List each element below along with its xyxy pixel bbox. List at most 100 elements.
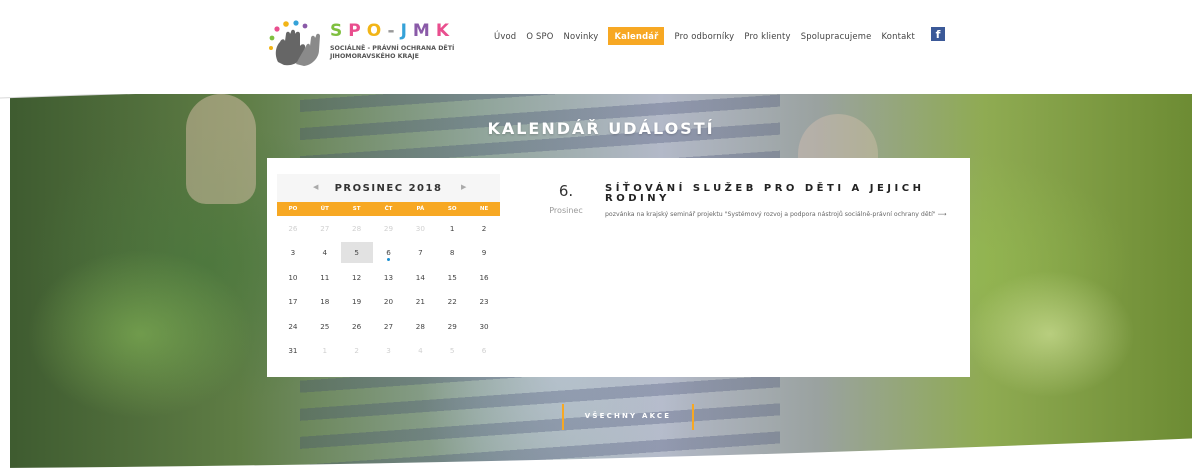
hero-bottom-curve <box>0 438 1202 470</box>
hero-left-edge <box>0 84 10 470</box>
calendar-day[interactable]: 3 <box>277 241 309 266</box>
weekday-label: PO <box>288 206 298 212</box>
calendar-day[interactable]: 14 <box>404 265 436 290</box>
calendar-day[interactable]: 3 <box>373 339 405 364</box>
calendar-day-number: 2 <box>354 346 359 356</box>
calendar-day[interactable]: 4 <box>309 241 341 266</box>
calendar-day[interactable]: 2 <box>468 216 500 241</box>
calendar-day-number: 25 <box>320 321 330 331</box>
calendar-day[interactable]: 30 <box>404 216 436 241</box>
facebook-icon[interactable]: f <box>930 27 945 41</box>
calendar-day-number: 5 <box>449 346 455 356</box>
calendar-day-number: 3 <box>290 248 296 258</box>
calendar-day-number: 21 <box>415 297 425 307</box>
calendar-day-number: 19 <box>352 297 362 307</box>
calendar-day[interactable]: 26 <box>341 314 373 339</box>
nav-item-kalendar[interactable]: Kalendář <box>608 27 665 45</box>
calendar-day[interactable]: 2 <box>341 339 373 364</box>
calendar-day[interactable]: 7 <box>404 241 436 266</box>
calendar-day[interactable]: 10 <box>277 265 309 290</box>
nav-item-pro-klienty[interactable]: Pro klienty <box>744 27 790 45</box>
calendar-day-number: 17 <box>288 297 298 307</box>
event-description[interactable]: pozvánka na krajský seminář projektu "Sy… <box>605 211 955 219</box>
calendar-day-number: 29 <box>447 321 457 331</box>
calendar-month-title: PROSINEC 2018 <box>334 182 443 194</box>
calendar-day-number: 10 <box>288 272 298 282</box>
calendar-day[interactable]: 28 <box>341 216 373 241</box>
calendar-day[interactable]: 5 <box>436 339 468 364</box>
page-title: KALENDÁŘ UDÁLOSTÍ <box>487 119 715 138</box>
weekday-label: ČT <box>384 206 393 212</box>
event-title[interactable]: SÍŤOVÁNÍ SLUŽEB PRO DĚTI A JEJICH RODINY <box>605 184 945 204</box>
calendar-day[interactable]: 5 <box>340 241 373 263</box>
calendar-day[interactable]: 26 <box>277 216 309 241</box>
calendar-day-number: 28 <box>352 223 362 233</box>
logo-hands-icon <box>269 20 320 66</box>
calendar-day[interactable]: 19 <box>341 290 373 315</box>
next-month-icon[interactable]: ▶ <box>461 183 466 191</box>
calendar-day[interactable]: 11 <box>309 265 341 290</box>
nav-item-novinky[interactable]: Novinky <box>564 27 599 45</box>
calendar-day[interactable]: 1 <box>436 216 468 241</box>
calendar-day[interactable]: 24 <box>277 314 309 339</box>
hero-hand-left <box>186 94 256 204</box>
prev-month-icon[interactable]: ◀ <box>313 183 318 191</box>
calendar-day-number: 30 <box>415 223 425 233</box>
site-header: SPO-JMK SOCIÁLNĚ - PRÁVNÍ OCHRANA DĚTÍ J… <box>0 0 1202 94</box>
calendar-panel: ◀ PROSINEC 2018 ▶ PO ÚT ST ČT PÁ SO NE 2… <box>267 158 970 377</box>
nav-item-spolupracujeme[interactable]: Spolupracujeme <box>801 27 872 45</box>
calendar-day-number: 12 <box>352 272 362 282</box>
calendar-day-number: 9 <box>481 248 487 258</box>
nav-item-kontakt[interactable]: Kontakt <box>882 27 915 45</box>
calendar-day[interactable]: 15 <box>436 265 468 290</box>
calendar-day[interactable]: 29 <box>373 216 405 241</box>
calendar-day[interactable]: 23 <box>468 290 500 315</box>
logo-letter: O <box>366 21 388 41</box>
logo-letter: - <box>387 21 401 41</box>
all-events-button[interactable]: VŠECHNY AKCE <box>562 404 694 430</box>
calendar-day[interactable]: 17 <box>277 290 309 315</box>
calendar-day-number: 26 <box>352 321 362 331</box>
calendar-day-number: 31 <box>288 346 298 356</box>
calendar-day[interactable]: 31 <box>277 339 309 364</box>
calendar-day[interactable]: 25 <box>309 314 341 339</box>
calendar-day[interactable]: 8 <box>436 241 468 266</box>
nav-item-uvod[interactable]: Úvod <box>494 27 516 45</box>
calendar-day[interactable]: 22 <box>436 290 468 315</box>
site-logo[interactable]: SPO-JMK SOCIÁLNĚ - PRÁVNÍ OCHRANA DĚTÍ J… <box>266 20 466 70</box>
event-calendar: ◀ PROSINEC 2018 ▶ PO ÚT ST ČT PÁ SO NE 2… <box>277 174 500 363</box>
nav-item-pro-odborniky[interactable]: Pro odborníky <box>674 27 734 45</box>
calendar-day[interactable]: 12 <box>341 265 373 290</box>
logo-letter: P <box>348 21 367 41</box>
calendar-day[interactable]: 27 <box>373 314 405 339</box>
all-events-bar-right <box>692 404 694 430</box>
calendar-day[interactable]: 1 <box>309 339 341 364</box>
calendar-day[interactable]: 18 <box>309 290 341 315</box>
nav-item-o-spo[interactable]: O SPO <box>526 27 553 45</box>
calendar-day-number: 4 <box>322 248 328 258</box>
weekday-header: PO ÚT ST ČT PÁ SO NE <box>277 202 500 216</box>
all-events-label[interactable]: VŠECHNY AKCE <box>562 412 694 420</box>
calendar-day[interactable]: 16 <box>468 265 500 290</box>
calendar-day-number: 7 <box>418 248 423 258</box>
calendar-day[interactable]: 29 <box>436 314 468 339</box>
logo-subtitle: SOCIÁLNĚ - PRÁVNÍ OCHRANA DĚTÍ JIHOMORAV… <box>330 45 454 60</box>
calendar-day[interactable]: 30 <box>468 314 500 339</box>
logo-letter: M <box>412 21 436 41</box>
calendar-day[interactable]: 20 <box>373 290 405 315</box>
logo-title: SPO-JMK <box>330 21 455 41</box>
calendar-day[interactable]: 21 <box>404 290 436 315</box>
calendar-day[interactable]: 6 <box>468 339 500 364</box>
logo-letter: S <box>330 21 349 41</box>
calendar-day-number: 26 <box>288 223 298 233</box>
calendar-day[interactable]: 9 <box>468 241 500 266</box>
logo-subtitle-line2: JIHOMORAVSKÉHO KRAJE <box>330 52 419 60</box>
calendar-day[interactable]: 28 <box>404 314 436 339</box>
calendar-day[interactable]: 27 <box>309 216 341 241</box>
calendar-day-number: 22 <box>447 297 457 307</box>
calendar-day[interactable]: 13 <box>373 265 405 290</box>
calendar-day[interactable]: 4 <box>404 339 436 364</box>
weekday-label: ÚT <box>320 206 329 212</box>
calendar-day-number: 27 <box>383 321 394 331</box>
calendar-day[interactable]: 6 <box>373 241 405 266</box>
